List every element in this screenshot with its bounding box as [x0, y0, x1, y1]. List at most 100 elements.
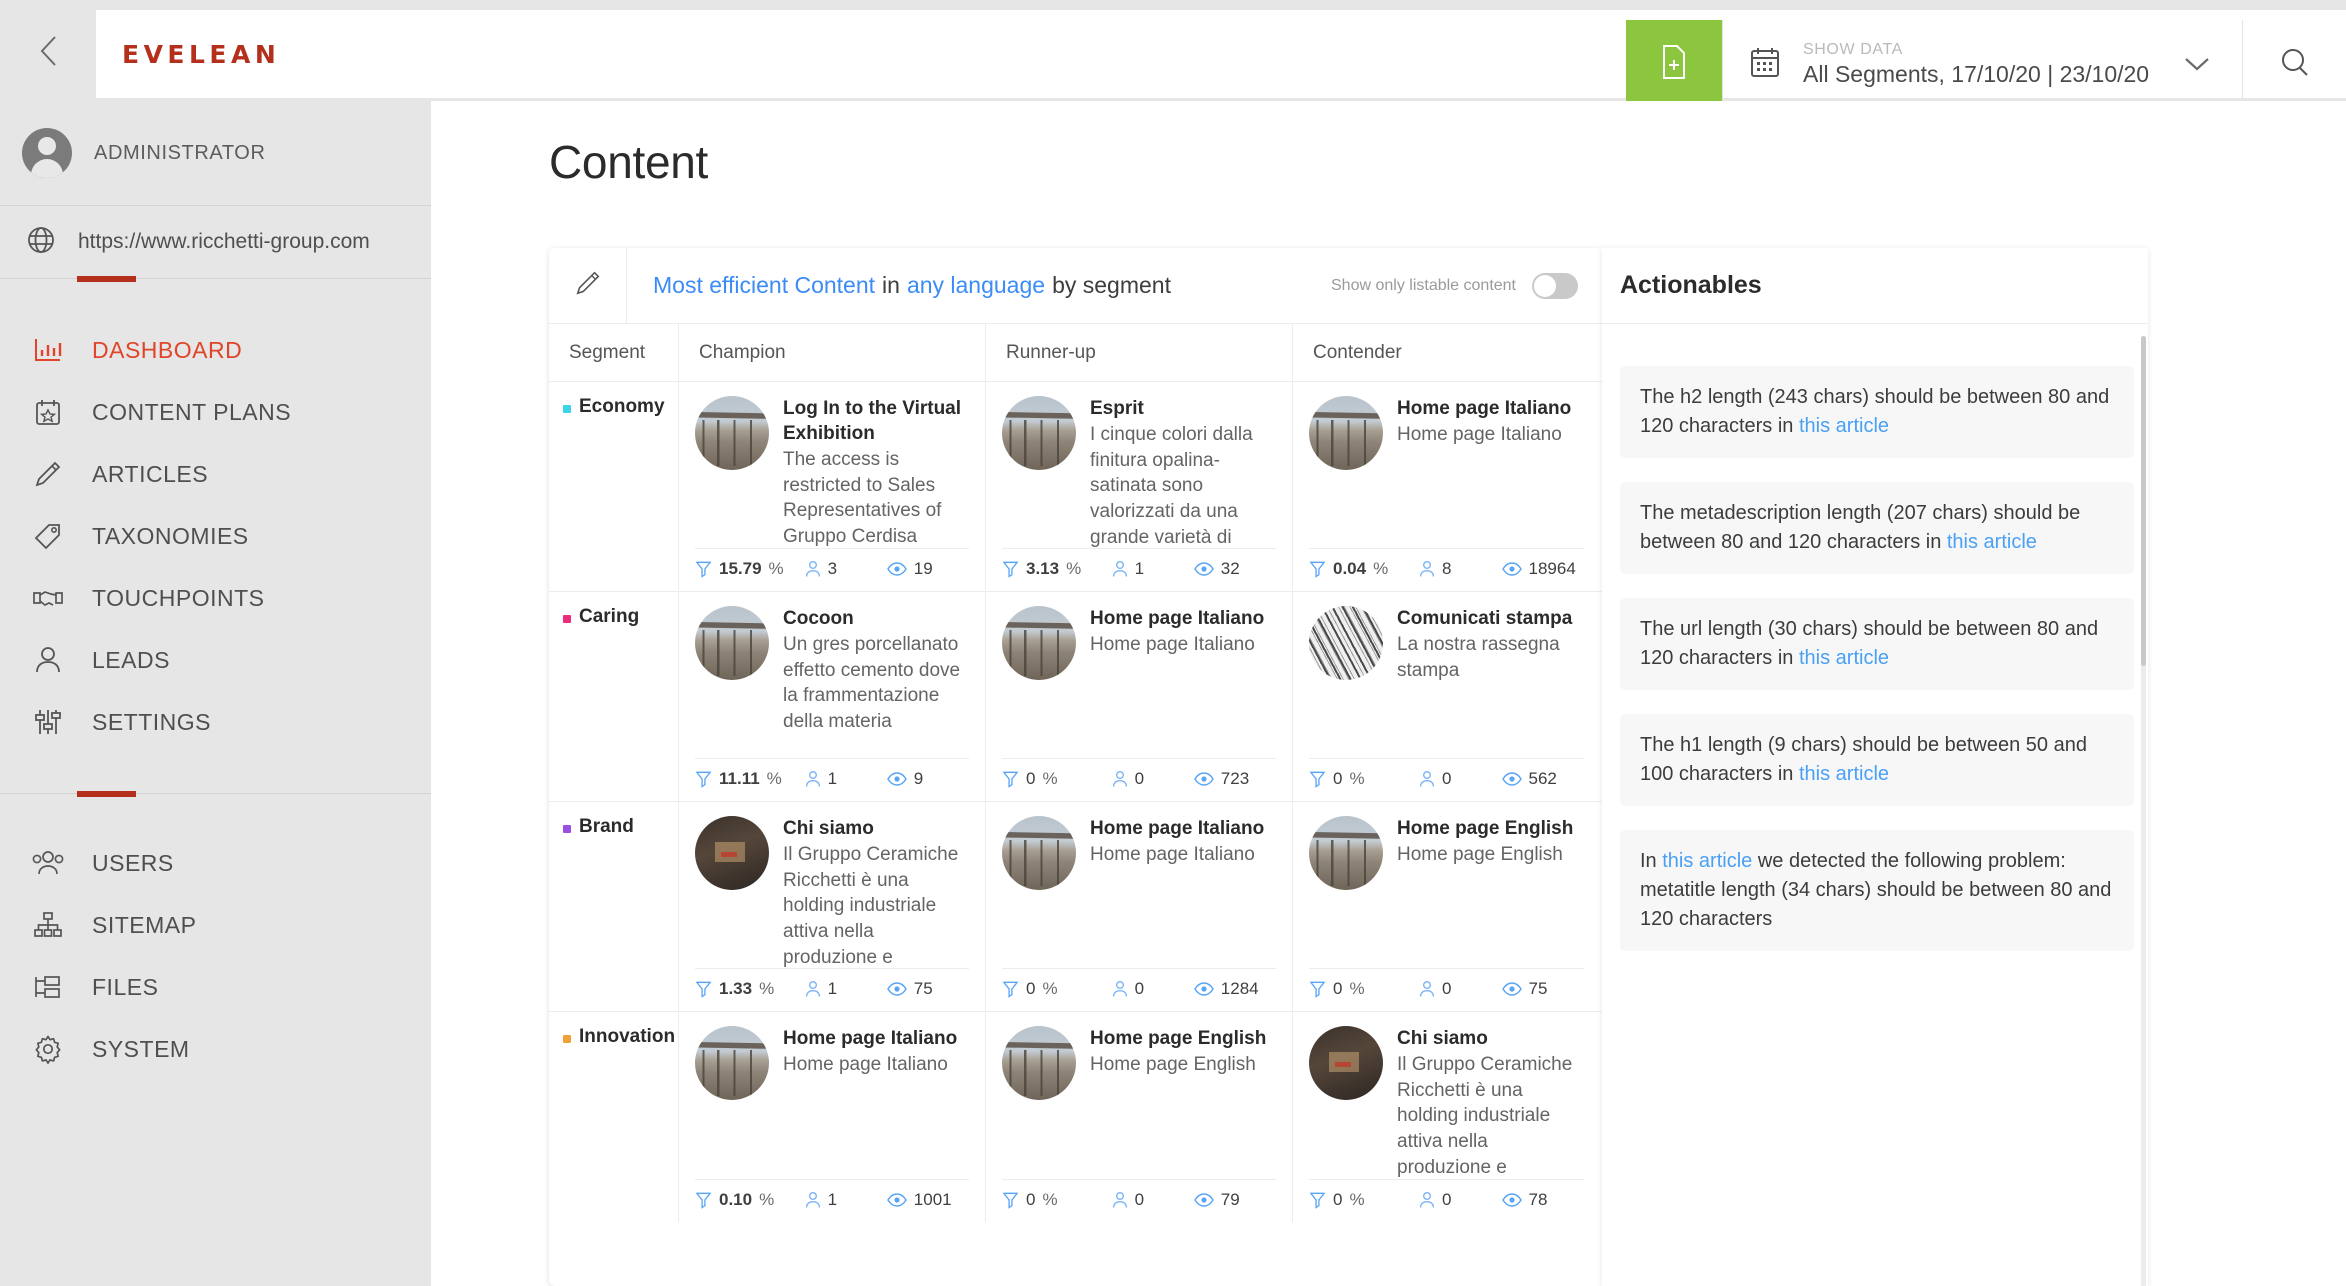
top-bar-panel: EVELEAN SHOW DATA All Segments, 17/10/20… [96, 10, 2346, 108]
back-button[interactable] [0, 0, 96, 101]
metric-conversion-rate: 0.04% [1309, 559, 1419, 579]
content-thumbnail [1309, 396, 1383, 470]
content-item-title: Home page Italiano [1397, 398, 1572, 419]
content-item-title: Chi siamo [1397, 1028, 1488, 1049]
metric-conversion-rate: 0.10% [695, 1190, 805, 1210]
content-item-cell[interactable]: Cocoon Un gres porcellanato effetto cemen… [679, 592, 986, 801]
metric-leads: 0 [1112, 979, 1194, 999]
metric-leads: 1 [805, 979, 887, 999]
sidebar-site-selector[interactable]: https://www.ricchetti-group.com [0, 205, 431, 279]
listable-toggle[interactable] [1532, 272, 1578, 299]
content-item-cell[interactable]: Comunicati stampa La nostra rassegna stam… [1293, 592, 1600, 801]
content-item-cell[interactable]: Home page English Home page English 0% 0 75 [1293, 802, 1600, 1011]
sidebar-nav-secondary: USERS SITEMAP FILES SYSTEM [0, 794, 431, 1080]
content-item-cell[interactable]: Chi siamo Il Gruppo Ceramiche Ricchetti è… [679, 802, 986, 1011]
content-item-cell[interactable]: Home page Italiano Home page Italiano 0% 0 1… [986, 802, 1293, 1011]
actionable-article-link[interactable]: this article [1799, 647, 1889, 669]
sidebar-item-articles[interactable]: ARTICLES [0, 443, 431, 505]
pencil-icon [574, 269, 602, 302]
query-language-link[interactable]: any language [907, 272, 1045, 299]
content-item-cell[interactable]: Home page Italiano Home page Italiano 0.10… [679, 1012, 986, 1222]
content-item-cell[interactable]: Home page English Home page English 0% 0 79 [986, 1012, 1293, 1222]
content-item-metrics: 0.10% 1 1001 [695, 1179, 969, 1210]
sidebar-item-taxonomies[interactable]: TAXONOMIES [0, 505, 431, 567]
content-item-metrics: 0% 0 75 [1309, 968, 1584, 999]
sidebar-item-label: ARTICLES [92, 460, 209, 487]
actionable-article-link[interactable]: this article [1662, 850, 1752, 872]
metric-conversion-rate: 11.11% [695, 769, 805, 789]
chevron-down-icon[interactable] [2174, 54, 2220, 74]
listable-filter: Show only listable content [1331, 248, 1602, 323]
sidebar-item-files[interactable]: FILES [0, 956, 431, 1018]
sidebar-item-sitemap[interactable]: SITEMAP [0, 894, 431, 956]
content-item-title: Chi siamo [783, 818, 874, 839]
metric-views: 1001 [886, 1190, 969, 1210]
new-document-button[interactable] [1626, 20, 1722, 108]
sidebar-item-label: DASHBOARD [92, 336, 243, 363]
date-range-label: SHOW DATA [1803, 40, 1903, 58]
metric-conversion-rate: 0% [1002, 769, 1112, 789]
actionable-item: The h2 length (243 chars) should be betw… [1620, 366, 2134, 458]
content-item-metrics: 0% 0 562 [1309, 758, 1584, 789]
segment-label: Innovation [579, 1026, 676, 1047]
content-thumbnail [1309, 816, 1383, 890]
content-item-cell[interactable]: Esprit I cinque colori dalla finitura opa… [986, 382, 1293, 591]
scrollbar-thumb[interactable] [2141, 336, 2146, 666]
main-content: Content Most efficient Content in any la… [431, 101, 2346, 1286]
sidebar-item-label: CONTENT PLANS [92, 398, 292, 425]
document-add-icon [1659, 44, 1689, 85]
segment-dot-icon [563, 1035, 571, 1043]
content-item-cell[interactable]: Log In to the Virtual Exhibition The acce… [679, 382, 986, 591]
sidebar-item-system[interactable]: SYSTEM [0, 1018, 431, 1080]
sidebar-user[interactable]: ADMINISTRATOR [0, 101, 431, 205]
calendar-star-icon [28, 397, 68, 427]
query-metric-link[interactable]: Most efficient Content [653, 272, 875, 299]
actionable-item: In this article we detected the followin… [1620, 830, 2134, 951]
sidebar-item-dashboard[interactable]: DASHBOARD [0, 319, 431, 381]
content-item-description: Home page English [1397, 844, 1563, 866]
edit-query-button[interactable] [549, 248, 627, 323]
sidebar-item-touchpoints[interactable]: TOUCHPOINTS [0, 567, 431, 629]
sidebar-item-leads[interactable]: LEADS [0, 629, 431, 691]
content-item-metrics: 11.11% 1 9 [695, 758, 969, 789]
sidebar-item-label: USERS [92, 849, 174, 876]
content-item-description: Il Gruppo Ceramiche Ricchetti è una hold… [783, 844, 959, 968]
content-thumbnail [1309, 606, 1383, 680]
sidebar-item-settings[interactable]: SETTINGS [0, 691, 431, 753]
sidebar-item-users[interactable]: USERS [0, 832, 431, 894]
query-suffix-text: by segment [1052, 272, 1171, 298]
top-bar: EVELEAN SHOW DATA All Segments, 17/10/20… [0, 0, 2346, 108]
sidebar-item-label: TOUCHPOINTS [92, 584, 265, 611]
actionable-article-link[interactable]: this article [1947, 531, 2037, 553]
date-range-selector[interactable]: SHOW DATA All Segments, 17/10/20 | 23/10… [1722, 20, 2242, 108]
content-item-title: Cocoon [783, 608, 854, 629]
table-row: Brand Chi siamo Il Gruppo Ceramiche Ricche… [549, 802, 1602, 1012]
content-item-title: Log In to the Virtual Exhibition [783, 398, 962, 445]
metric-views: 79 [1193, 1190, 1276, 1210]
content-item-cell[interactable]: Chi siamo Il Gruppo Ceramiche Ricchetti è… [1293, 1012, 1600, 1222]
column-header-segment: Segment [549, 324, 679, 381]
content-item-title: Home page English [1397, 818, 1574, 839]
metric-views: 75 [1501, 979, 1585, 999]
actionable-article-link[interactable]: this article [1799, 415, 1889, 437]
content-thumbnail [1002, 396, 1076, 470]
metric-views: 18964 [1501, 559, 1585, 579]
sidebar-nav-primary: DASHBOARD CONTENT PLANS ARTICLES TAXONOM… [0, 279, 431, 753]
column-header-runner-up: Runner-up [986, 324, 1293, 381]
content-item-cell[interactable]: Home page Italiano Home page Italiano 0% 0 7… [986, 592, 1293, 801]
content-item-title: Esprit [1090, 398, 1144, 419]
app-logo: EVELEAN [122, 39, 281, 69]
actionables-scrollbar[interactable] [2141, 336, 2146, 1286]
content-item-metrics: 0% 0 78 [1309, 1179, 1584, 1210]
content-item-cell[interactable]: Home page Italiano Home page Italiano 0.04… [1293, 382, 1600, 591]
sidebar-item-content-plans[interactable]: CONTENT PLANS [0, 381, 431, 443]
actionable-text: In [1640, 850, 1663, 872]
content-item-metrics: 0% 0 723 [1002, 758, 1276, 789]
actionable-item: The url length (30 chars) should be betw… [1620, 598, 2134, 690]
segment-label: Caring [579, 606, 640, 627]
actionable-article-link[interactable]: this article [1799, 763, 1889, 785]
metric-conversion-rate: 1.33% [695, 979, 805, 999]
pencil-icon [28, 459, 68, 489]
segment-cell: Innovation [549, 1012, 679, 1222]
search-button[interactable] [2242, 20, 2346, 108]
